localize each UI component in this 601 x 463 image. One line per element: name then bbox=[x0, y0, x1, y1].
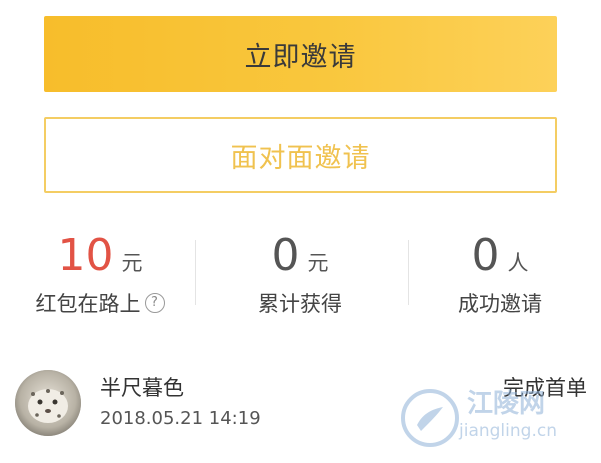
stat-divider bbox=[408, 240, 409, 305]
question-circle-icon[interactable]: ? bbox=[144, 293, 165, 313]
invitee-name: 半尺暮色 bbox=[100, 376, 184, 400]
stat-label: 累计获得 bbox=[258, 292, 342, 316]
stat-value: 0 bbox=[271, 230, 300, 281]
stat-pending-red-packet: 10 元 红包在路上 ? bbox=[0, 230, 200, 325]
stat-divider bbox=[195, 240, 196, 305]
watermark-logo-icon bbox=[401, 389, 459, 447]
stat-value: 0 bbox=[471, 230, 500, 281]
site-watermark: 江陵网 jiangling.cn bbox=[399, 381, 589, 453]
stat-unit: 元 bbox=[121, 251, 143, 275]
face-to-face-invite-button[interactable]: 面对面邀请 bbox=[44, 117, 557, 193]
stat-label: 红包在路上 bbox=[35, 292, 141, 316]
stat-label: 成功邀请 bbox=[458, 292, 542, 316]
invite-time: 2018.05.21 14:19 bbox=[100, 408, 261, 429]
invite-page: 立即邀请 面对面邀请 10 元 红包在路上 ? 0 元 累计获得 0 人 成功邀… bbox=[0, 0, 601, 463]
stat-total-earned: 0 元 累计获得 bbox=[200, 230, 400, 325]
watermark-url: jiangling.cn bbox=[459, 421, 557, 441]
stat-unit: 元 bbox=[307, 251, 329, 275]
stat-unit: 人 bbox=[507, 251, 529, 275]
watermark-text: 江陵网 bbox=[467, 389, 546, 419]
invite-now-button[interactable]: 立即邀请 bbox=[44, 16, 557, 92]
avatar bbox=[15, 370, 81, 436]
stat-value: 10 bbox=[57, 230, 114, 281]
stat-successful-invites: 0 人 成功邀请 bbox=[400, 230, 600, 325]
invite-stats: 10 元 红包在路上 ? 0 元 累计获得 0 人 成功邀请 bbox=[0, 230, 601, 325]
